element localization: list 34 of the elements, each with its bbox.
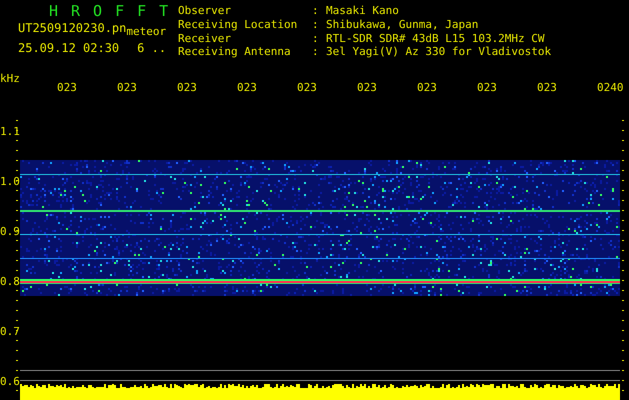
time-label: 023 <box>237 81 257 94</box>
time-label: 023 <box>117 81 137 94</box>
info-separator: : <box>312 46 320 60</box>
time-label: 023 <box>177 81 197 94</box>
time-label: 023 <box>357 81 377 94</box>
time-label: 023 <box>537 81 557 94</box>
time-label: 023 <box>477 81 497 94</box>
frequency-label: 0.8 <box>0 275 20 288</box>
frequency-label: 1.1 <box>0 125 20 138</box>
file-name: UT2509120230.pn <box>18 21 126 35</box>
unit-label: kHz <box>0 72 20 85</box>
date-time: 25.09.12 02:30 <box>18 41 120 55</box>
frequency-label: 0.7 <box>0 325 20 338</box>
info-separator: : <box>312 5 320 19</box>
time-label: 023 <box>417 81 437 94</box>
info-separator: : <box>312 18 320 32</box>
info-value: 3el Yagi(V) Az 330 for Vladivostok <box>326 46 552 60</box>
frequency-label: 0.6 <box>0 375 20 388</box>
program-title: HROFFT <box>48 3 178 20</box>
time-label: 0240 <box>597 81 624 94</box>
info-label: Observer <box>178 5 232 19</box>
info-label: Receiving Antenna <box>178 46 292 60</box>
time-label: 023 <box>297 81 317 94</box>
info-separator: : <box>312 32 320 46</box>
info-value: Masaki Kano <box>326 5 400 19</box>
frequency-label: 0.9 <box>0 225 20 238</box>
meteor-count: 6 .. <box>137 41 166 55</box>
info-value: Shibukawa, Gunma, Japan <box>326 18 480 32</box>
time-label: 023 <box>57 81 77 94</box>
file-suffix: meteor <box>126 25 166 38</box>
info-label: Receiver <box>178 32 232 46</box>
frequency-label: 1.0 <box>0 175 20 188</box>
info-label: Receiving Location <box>178 18 298 32</box>
info-value: RTL-SDR SDR# 43dB L15 103.2MHz CW <box>326 32 546 46</box>
